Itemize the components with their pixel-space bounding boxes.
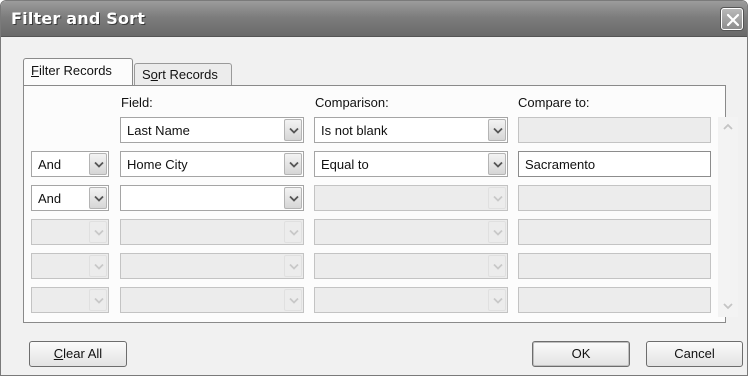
field-value: Home City: [127, 157, 188, 172]
scroll-up-button[interactable]: [719, 118, 737, 136]
ok-button[interactable]: OK: [532, 341, 630, 367]
chevron-down-icon: [94, 161, 104, 168]
tab-sort-label-pre: S: [142, 67, 151, 82]
dialog-title: Filter and Sort: [11, 9, 146, 28]
chevron-down-icon: [723, 303, 733, 310]
chevron-down-icon: [493, 229, 503, 236]
comparison-dropdown-button[interactable]: [488, 221, 506, 243]
field-column-header: Field:: [121, 95, 153, 110]
chevron-down-icon: [289, 263, 299, 270]
comparison-select[interactable]: Is not blank: [314, 117, 508, 143]
chevron-down-icon: [289, 297, 299, 304]
field-select[interactable]: [120, 219, 304, 245]
comparison-dropdown-button[interactable]: [488, 187, 506, 209]
and-or-dropdown-button[interactable]: [89, 221, 107, 243]
vertical-scrollbar[interactable]: [718, 117, 738, 317]
field-select[interactable]: [120, 185, 304, 211]
filter-row: [1, 219, 747, 247]
comparison-select[interactable]: Equal to: [314, 151, 508, 177]
chevron-down-icon: [94, 195, 104, 202]
tab-sort-label: rt Records: [157, 67, 218, 82]
chevron-down-icon: [493, 161, 503, 168]
tab-sort-records[interactable]: Sort Records: [134, 63, 232, 85]
and-or-value: And: [38, 157, 62, 172]
field-dropdown-button[interactable]: [284, 255, 302, 277]
and-or-value: And: [38, 191, 62, 206]
tab-filter-label: ilter Records: [38, 63, 112, 78]
and-or-select[interactable]: [31, 287, 109, 313]
comparison-select[interactable]: [314, 219, 508, 245]
field-select[interactable]: [120, 253, 304, 279]
cancel-button[interactable]: Cancel: [646, 341, 743, 367]
field-dropdown-button[interactable]: [284, 119, 302, 141]
field-select[interactable]: Home City: [120, 151, 304, 177]
and-or-dropdown-button[interactable]: [89, 187, 107, 209]
comparison-select[interactable]: [314, 253, 508, 279]
compare-to-input[interactable]: [518, 185, 711, 211]
compare-to-input[interactable]: [518, 219, 711, 245]
and-or-select[interactable]: And: [31, 151, 109, 177]
chevron-down-icon: [493, 263, 503, 270]
chevron-down-icon: [94, 297, 104, 304]
chevron-down-icon: [493, 127, 503, 134]
title-bar[interactable]: Filter and Sort: [1, 1, 747, 37]
compare-to-column-header: Compare to:: [518, 95, 590, 110]
compare-to-value: Sacramento: [525, 157, 596, 172]
chevron-down-icon: [289, 127, 299, 134]
clear-all-label: lear All: [63, 346, 103, 361]
comparison-value: Equal to: [321, 157, 369, 172]
field-dropdown-button[interactable]: [284, 153, 302, 175]
comparison-dropdown-button[interactable]: [488, 289, 506, 311]
field-dropdown-button[interactable]: [284, 289, 302, 311]
comparison-select[interactable]: [314, 185, 508, 211]
field-select[interactable]: [120, 287, 304, 313]
comparison-select[interactable]: [314, 287, 508, 313]
close-button[interactable]: [721, 8, 743, 30]
and-or-select[interactable]: And: [31, 185, 109, 211]
chevron-down-icon: [493, 195, 503, 202]
comparison-dropdown-button[interactable]: [488, 119, 506, 141]
tab-sort-mnemonic: o: [150, 67, 158, 82]
filter-row: And Home City Equal to Sacramento: [1, 151, 747, 179]
compare-to-input[interactable]: [518, 287, 711, 313]
clear-all-mnemonic: C: [53, 346, 64, 361]
chevron-down-icon: [94, 263, 104, 270]
chevron-down-icon: [493, 297, 503, 304]
comparison-dropdown-button[interactable]: [488, 153, 506, 175]
field-value: Last Name: [127, 123, 190, 138]
and-or-dropdown-button[interactable]: [89, 289, 107, 311]
close-icon: [726, 13, 740, 27]
compare-to-input[interactable]: [518, 117, 711, 143]
and-or-select[interactable]: [31, 253, 109, 279]
field-dropdown-button[interactable]: [284, 221, 302, 243]
field-select[interactable]: Last Name: [120, 117, 304, 143]
filter-row: And: [1, 185, 747, 213]
compare-to-input[interactable]: [518, 253, 711, 279]
comparison-value: Is not blank: [321, 123, 388, 138]
compare-to-input[interactable]: Sacramento: [518, 151, 711, 177]
chevron-down-icon: [289, 161, 299, 168]
and-or-dropdown-button[interactable]: [89, 255, 107, 277]
chevron-down-icon: [94, 229, 104, 236]
chevron-up-icon: [723, 123, 733, 130]
chevron-down-icon: [289, 229, 299, 236]
filter-row: Last Name Is not blank: [1, 117, 747, 145]
field-dropdown-button[interactable]: [284, 187, 302, 209]
filter-and-sort-dialog: Filter and Sort Filter Records Sort Reco…: [0, 0, 748, 376]
clear-all-button[interactable]: Clear All: [29, 341, 127, 367]
comparison-dropdown-button[interactable]: [488, 255, 506, 277]
and-or-dropdown-button[interactable]: [89, 153, 107, 175]
chevron-down-icon: [289, 195, 299, 202]
comparison-column-header: Comparison:: [315, 95, 389, 110]
and-or-select[interactable]: [31, 219, 109, 245]
filter-row: [1, 287, 747, 315]
filter-row: [1, 253, 747, 281]
tab-filter-mnemonic: F: [31, 63, 39, 78]
scroll-down-button[interactable]: [719, 297, 737, 315]
tab-filter-records[interactable]: Filter Records: [23, 58, 133, 85]
